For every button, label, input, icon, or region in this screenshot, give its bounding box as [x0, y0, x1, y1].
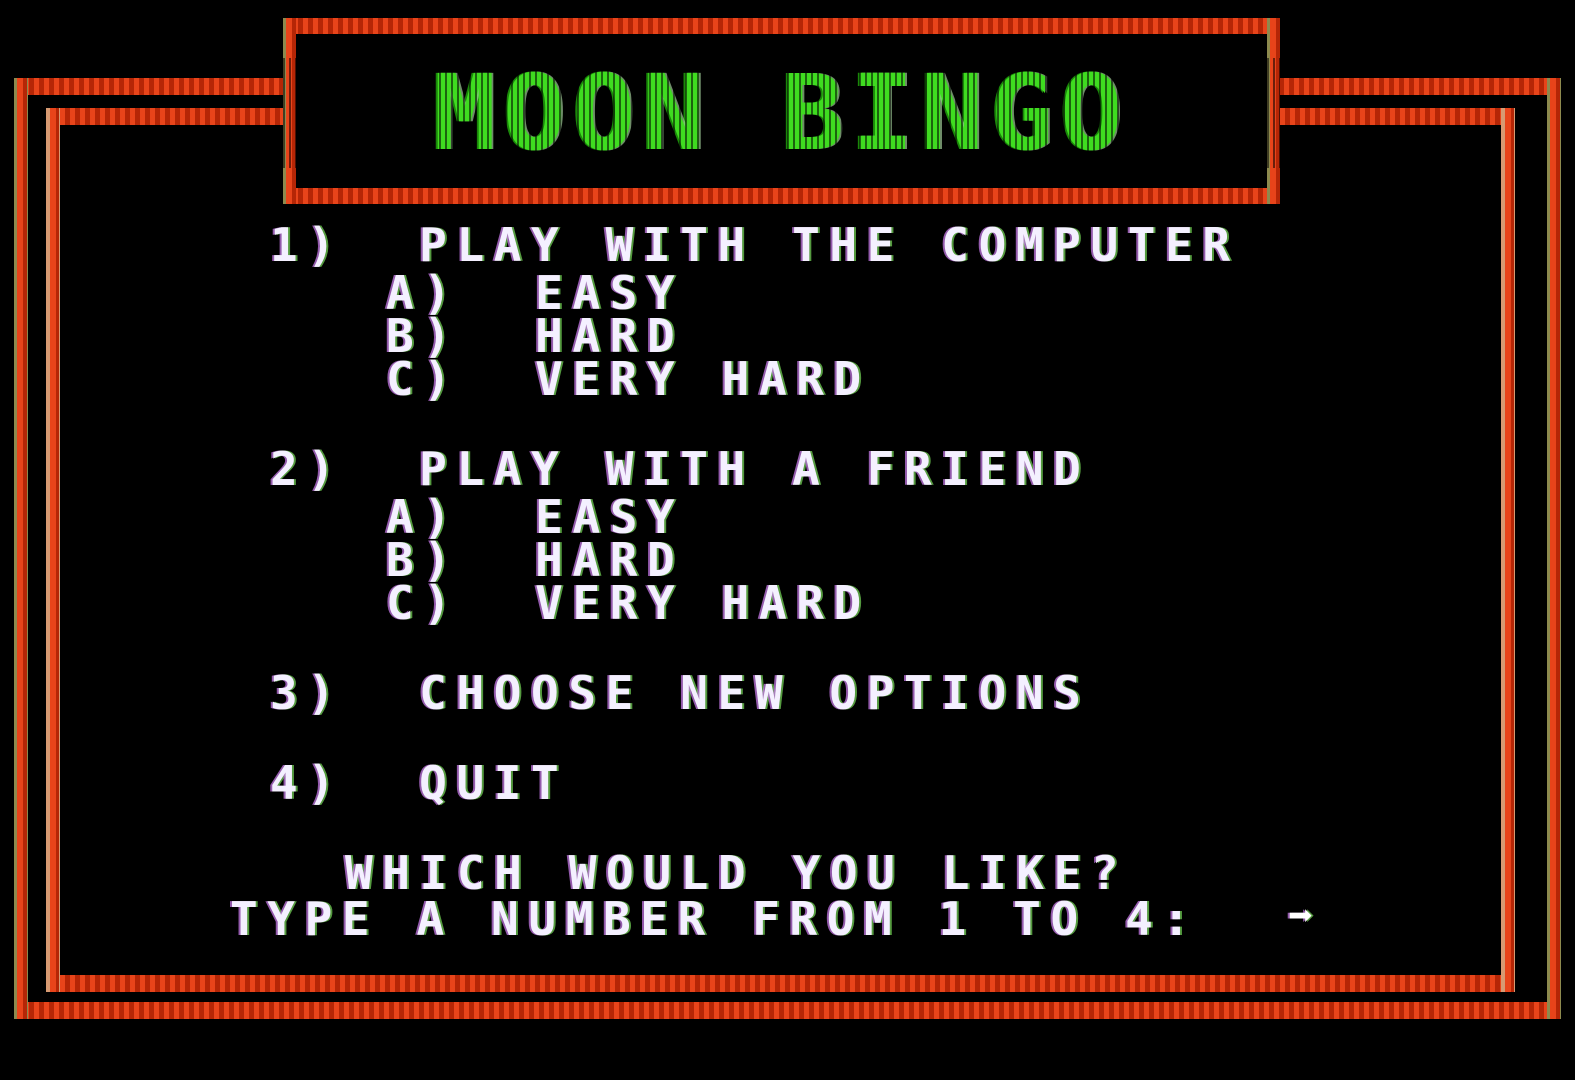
- menu-item-4[interactable]: 4) QUIT: [270, 760, 568, 806]
- game-screen: MOON BINGO 1) PLAY WITH THE COMPUTER A) …: [0, 0, 1575, 1080]
- menu-item-1[interactable]: 1) PLAY WITH THE COMPUTER: [270, 222, 1240, 268]
- menu-item-2[interactable]: 2) PLAY WITH A FRIEND: [270, 446, 1090, 492]
- input-cursor-icon[interactable]: ➡: [1288, 893, 1323, 939]
- menu-item-1c[interactable]: C) VERY HARD: [386, 356, 871, 402]
- prompt-instruction-text: TYPE A NUMBER FROM 1 TO 4:: [230, 892, 1200, 946]
- prompt-question: WHICH WOULD YOU LIKE?: [345, 846, 1129, 900]
- menu-list: 1) PLAY WITH THE COMPUTER A) EASY B) HAR…: [0, 0, 1575, 1080]
- prompt-instruction: TYPE A NUMBER FROM 1 TO 4:: [230, 896, 1200, 942]
- menu-item-2c[interactable]: C) VERY HARD: [386, 580, 871, 626]
- menu-item-3[interactable]: 3) CHOOSE NEW OPTIONS: [270, 670, 1090, 716]
